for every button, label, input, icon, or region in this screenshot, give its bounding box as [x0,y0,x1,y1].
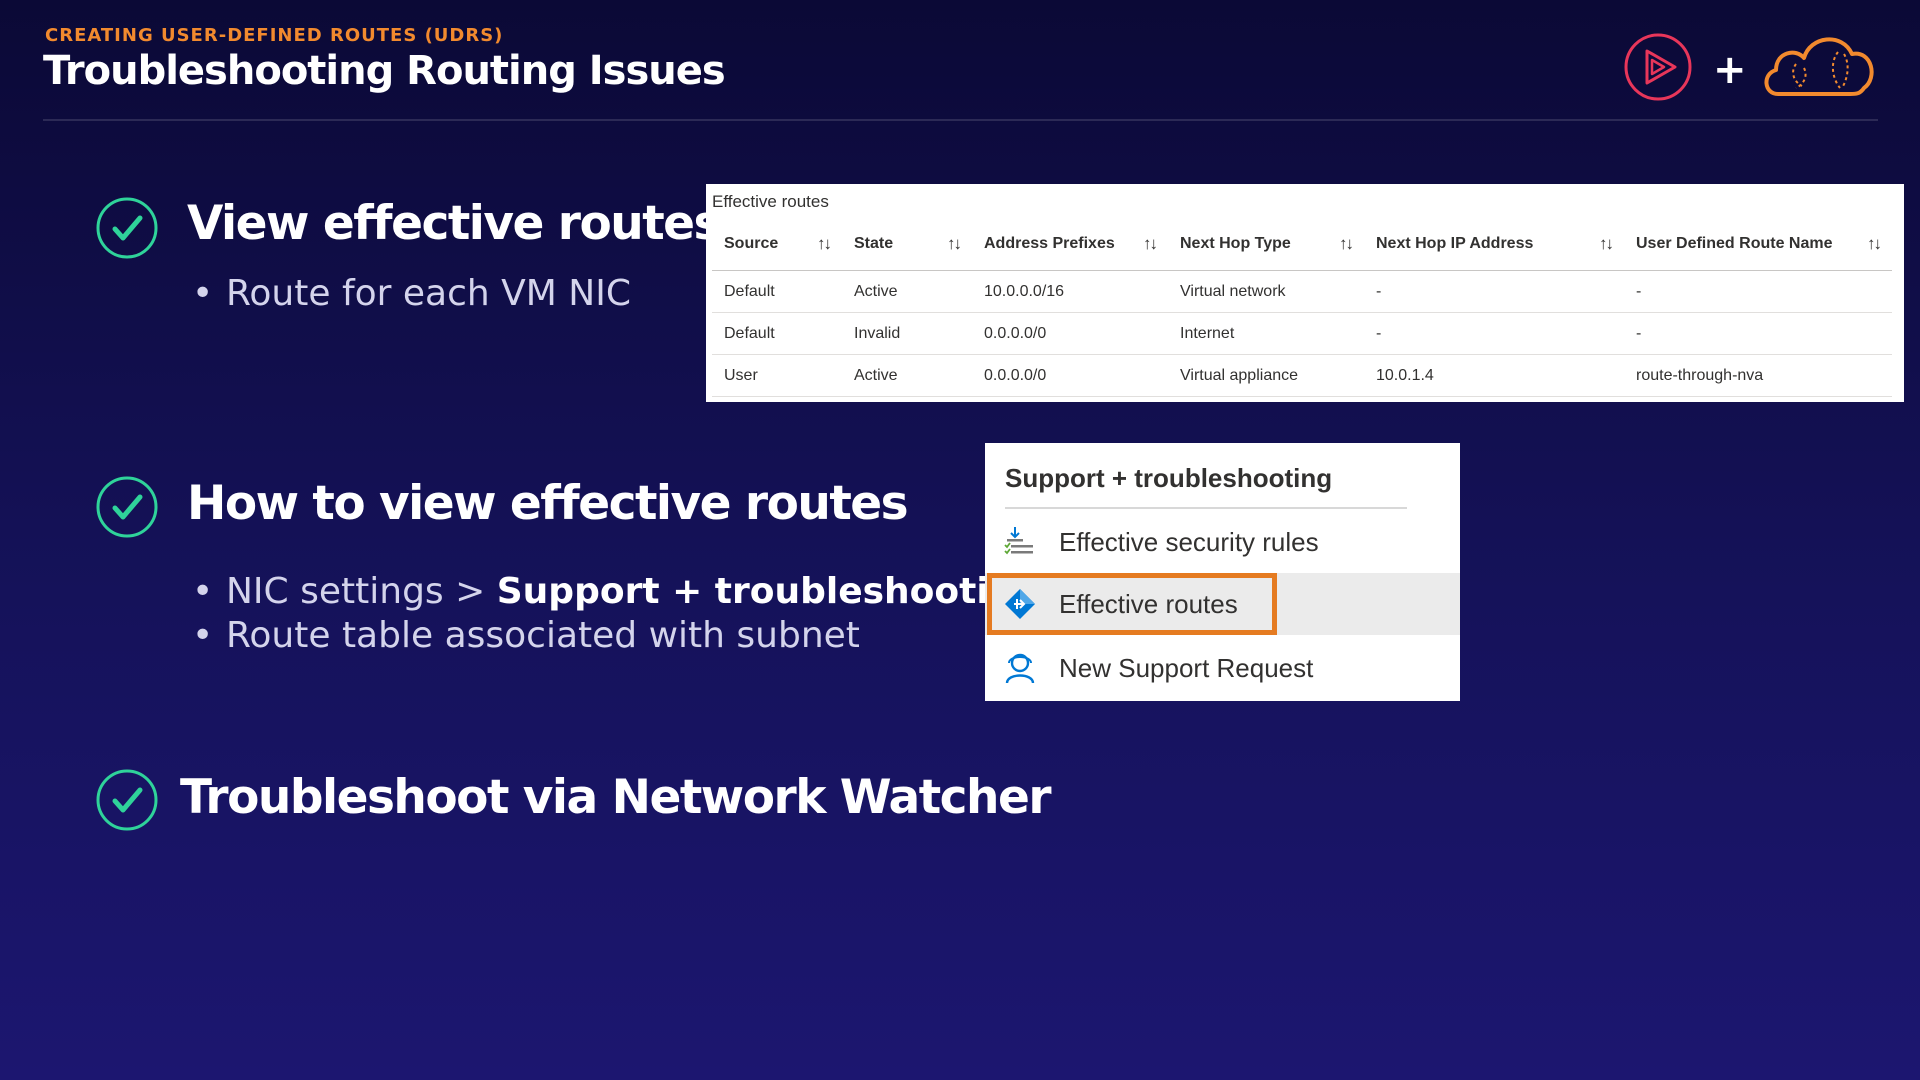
bullet-list-how-to-view: NIC settings > Support + troubleshooting… [190,570,1040,658]
section-heading-how-to-view: How to view effective routes [187,476,909,531]
table-row[interactable]: Default Active 10.0.0.0/16 Virtual netwo… [712,270,1892,313]
bullet-bold: Support + troubleshooting [496,571,1041,612]
sort-arrows-icon[interactable]: ↑↓ [1143,234,1158,254]
effective-routes-panel: Effective routes Source ↑↓ State ↑↓ Addres… [706,184,1904,402]
bullet-item: Route for each VM NIC [190,272,631,316]
table-cell: 10.0.0.0/16 [972,270,1168,313]
menu-item-new-support-request[interactable]: New Support Request [985,637,1460,699]
column-header-udr-name[interactable]: User Defined Route Name ↑↓ [1624,218,1892,271]
table-header-row: Source ↑↓ State ↑↓ Address Prefixes ↑↓ Next… [712,218,1892,271]
table-cell: route-through-nva [1624,354,1892,397]
menu-item-label: Effective security rules [1059,526,1319,557]
column-header-state[interactable]: State ↑↓ [842,218,972,271]
support-menu-heading: Support + troubleshooting [1005,463,1333,493]
table-cell: Virtual network [1168,270,1364,313]
sort-arrows-icon[interactable]: ↑↓ [1867,234,1882,254]
table-row[interactable]: User Active 0.0.0.0/0 Virtual appliance … [712,354,1892,397]
security-rules-icon [1004,527,1033,555]
table-cell: Virtual appliance [1168,354,1364,397]
sort-arrows-icon[interactable]: ↑↓ [1339,234,1354,254]
column-header-source[interactable]: Source ↑↓ [712,218,842,271]
table-cell: - [1624,312,1892,355]
page-title: Troubleshooting Routing Issues [43,48,726,94]
table-cell: Default [712,312,842,355]
table-cell: Invalid [842,312,972,355]
table-cell: Internet [1168,312,1364,355]
column-header-next-hop-ip[interactable]: Next Hop IP Address ↑↓ [1364,218,1624,271]
table-cell: Active [842,270,972,313]
sort-arrows-icon[interactable]: ↑↓ [947,234,962,254]
logo-plus: + [1713,47,1747,93]
sort-arrows-icon[interactable]: ↑↓ [1599,234,1614,254]
check-circle-icon [96,197,158,259]
play-logo-icon [1624,33,1692,101]
routes-table: Source ↑↓ State ↑↓ Address Prefixes ↑↓ Next… [712,218,1892,397]
table-cell: Default [712,270,842,313]
header-divider [43,119,1878,121]
routes-caption: Effective routes [712,192,829,211]
table-cell: Active [842,354,972,397]
bullet-prefix: NIC settings > [226,571,497,612]
table-cell: - [1364,312,1624,355]
bullet-item: Route table associated with subnet [190,614,1040,658]
bullet-list-view-routes: Route for each VM NIC [190,272,631,316]
column-header-address-prefixes[interactable]: Address Prefixes ↑↓ [972,218,1168,271]
section-heading-view-routes: View effective routes [187,196,722,251]
table-cell: 10.0.1.4 [1364,354,1624,397]
table-cell: - [1624,270,1892,313]
sort-arrows-icon[interactable]: ↑↓ [817,234,832,254]
eyebrow-label: CREATING USER-DEFINED ROUTES (UDRS) [45,25,504,46]
menu-item-label: New Support Request [1059,652,1314,683]
table-row[interactable]: Default Invalid 0.0.0.0/0 Internet - - [712,312,1892,355]
highlight-box [987,573,1277,635]
check-circle-icon [96,476,158,538]
table-cell: User [712,354,842,397]
menu-item-effective-security-rules[interactable]: Effective security rules [985,511,1460,573]
support-troubleshooting-panel: Support + troubleshooting Effective secu… [985,443,1460,701]
support-person-icon [1005,653,1035,684]
check-circle-icon [96,769,158,831]
table-cell: - [1364,270,1624,313]
table-cell: 0.0.0.0/0 [972,312,1168,355]
support-menu-divider [1005,507,1407,509]
section-heading-network-watcher: Troubleshoot via Network Watcher [180,770,1052,825]
bullet-item: NIC settings > Support + troubleshooting [190,570,1040,614]
table-cell: 0.0.0.0/0 [972,354,1168,397]
cloud-logo-icon [1764,37,1874,96]
column-header-next-hop-type[interactable]: Next Hop Type ↑↓ [1168,218,1364,271]
